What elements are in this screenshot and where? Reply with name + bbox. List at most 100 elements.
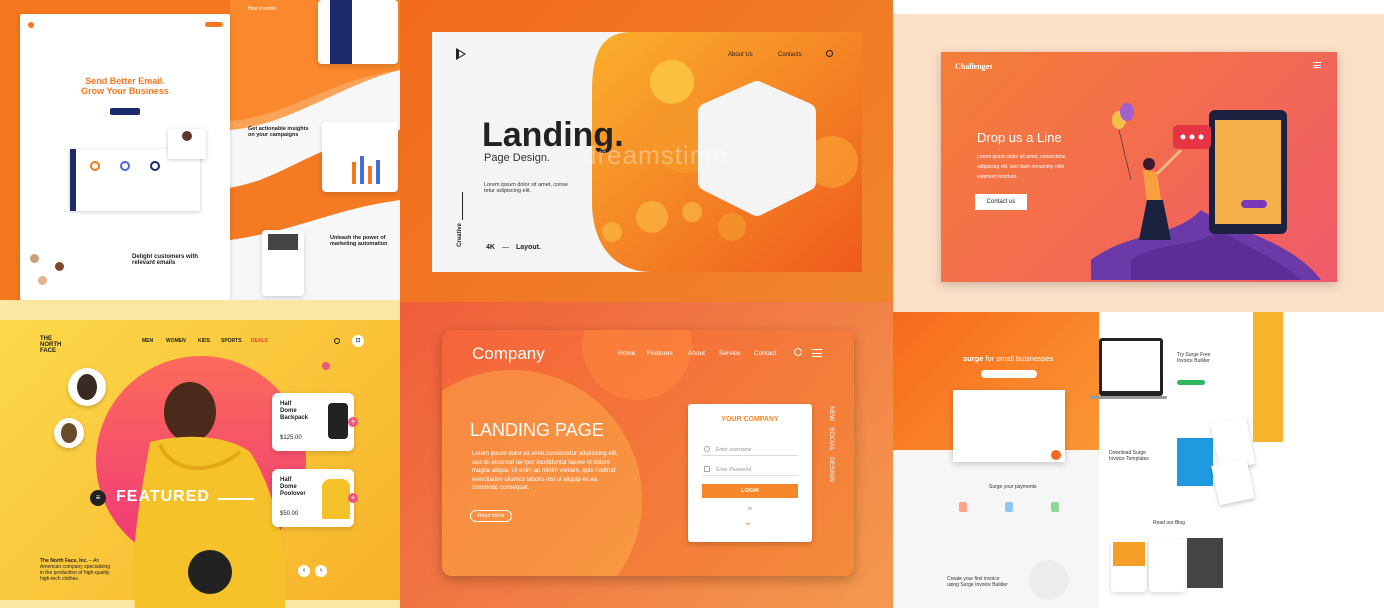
watermark: dreamstime. [582,140,737,170]
login-button[interactable]: LOGIN [702,484,798,498]
challenges-contact-page: Challenges Drop us a Line Lorem ipsum do… [893,14,1384,312]
avatar-cluster [30,254,90,294]
read-more-button[interactable]: Read More [470,510,512,522]
blog-heading: Read our Blog [1153,520,1185,526]
invoice-heading: Create your first invoice using Surge In… [947,576,1008,588]
avatar [182,131,192,141]
company-landing-page: Company Home Features About Service Cont… [400,302,893,608]
blog-post-card[interactable] [1149,540,1185,592]
decoration-dot [322,362,330,370]
dashboard-preview [318,0,398,64]
product-card-poolover[interactable]: Half Dome Poolover $50.00 + [272,469,358,527]
nav-sports[interactable]: SPORTS [221,338,242,344]
password-input[interactable]: Enter Password [702,464,798,476]
try-free-button[interactable] [1177,380,1205,385]
brand-logo-icon [28,22,34,28]
nav-deals[interactable]: DEALS [251,338,268,344]
landing-subtitle: Page Design. [484,152,551,164]
nav-kids[interactable]: KIDS [198,338,210,344]
add-to-cart-icon[interactable]: + [348,417,358,427]
hero-title: Send Better Email. Grow Your Business [81,76,169,96]
signup-button[interactable] [205,22,223,27]
product-name: Half Dome Backpack [280,401,309,421]
username-input[interactable]: Enter username [702,444,798,456]
hero-title: surge for small businesses [963,354,1054,363]
hoodie-image [322,479,350,519]
product-price: $125.00 [280,435,302,441]
nav-features[interactable]: Features [647,350,673,357]
contact-body: Lorem ipsum dolor sit amet, consectetur … [977,154,1066,180]
search-icon[interactable] [794,348,802,356]
landing-title: LANDING PAGE [470,420,604,440]
payment-icon [959,502,967,512]
menu-icon[interactable]: ≡ [90,490,106,506]
woman-with-phone-illustration [1091,103,1321,280]
payment-icon [1051,502,1059,512]
insights-heading: Get actionable insights on your campaign… [248,126,309,138]
chevron-down-icon[interactable]: ⌄ [742,518,754,528]
footer-layout: Layout. [516,244,541,251]
analytics-card [322,122,398,192]
avatar[interactable] [54,418,84,448]
email-landing-mockup: Send Better Email. Grow Your Business De… [0,0,400,300]
cart-icon[interactable]: ⊡ [352,335,364,347]
brand-logo: THE NORTH FACE [40,336,62,354]
nav-about[interactable]: About [688,350,705,357]
laptop-mockup [1099,338,1163,396]
nav-women[interactable]: WOMEN [166,338,186,344]
contact-card: Challenges Drop us a Line Lorem ipsum do… [941,52,1337,282]
landing-body: Lorem ipsum dolor sit amet, conse tetur … [484,182,569,194]
surge-invoice-landing-page: surge for small businesses Try Surge Fre… [893,312,1384,608]
featured-heading: FEATURED [116,488,210,505]
avatar[interactable] [68,368,106,406]
unleash-heading: Unleash the power of marketing automatio… [330,235,388,247]
nav-service[interactable]: Service [719,350,741,357]
or-label: or [747,506,753,512]
blog-post-card[interactable] [1111,540,1147,592]
nav-contact[interactable]: Contact [754,350,776,357]
delight-heading: Delight customers with relevant emails [132,254,199,266]
form-title: YOUR COMPANY [721,416,779,423]
backpack-image [328,403,348,439]
search-icon[interactable] [826,50,833,57]
landing-body: Lorem ipsum dolor sit amet,consectetur a… [472,451,618,491]
footer-dash: — [502,244,509,251]
how-it-works-label: How it works [248,6,277,12]
donut-chart-icon [120,161,130,171]
brand-description: The North Face, Inc. – An American compa… [40,558,111,582]
product-name: Half Dome Poolover [280,477,306,497]
nav-about-link[interactable]: About Us [728,52,753,58]
contact-title: Drop us a Line [977,130,1062,145]
product-card-backpack[interactable]: Half Dome Backpack $125.00 + [272,393,358,451]
brand-logo: Challenges [955,62,993,71]
blog-image [1187,538,1223,588]
landing-card: Company Home Features About Service Cont… [442,330,854,576]
landing-page-design: About Us Contacts Landing. Page Design. … [400,0,893,302]
nav-contacts-link[interactable]: Contacts [778,52,802,58]
prev-arrow-icon[interactable]: ‹ [298,565,310,577]
creative-vertical-label: Creative [456,223,463,247]
north-face-shop-page: THE NORTH FACE MEN WOMEN KIDS SPORTS DEA… [0,300,400,608]
try-free-heading: Try Surge Free Invoice Builder [1177,352,1211,364]
donut-chart-icon [90,161,100,171]
template-card [1177,438,1213,486]
lock-icon [704,466,710,472]
add-to-cart-icon[interactable]: + [348,493,358,503]
nav-men[interactable]: MEN [142,338,153,344]
email-landing-page: Send Better Email. Grow Your Business De… [20,14,230,300]
contact-us-button[interactable]: Contact us [975,194,1027,210]
footer-4k: 4K [486,244,495,251]
payment-icon [1005,502,1013,512]
nav-home[interactable]: Home [618,350,635,357]
landing-card: About Us Contacts Landing. Page Design. … [432,32,862,272]
vertical-slogan: NEW SOCIAL DESIGN [828,406,835,482]
donut-chart-icon [150,161,160,171]
search-icon[interactable] [334,338,340,344]
automation-card [262,230,304,296]
login-form: YOUR COMPANY Enter username Enter Passwo… [688,404,812,542]
product-price: $50.00 [280,511,299,517]
next-arrow-icon[interactable]: › [315,565,327,577]
email-signup-input[interactable] [981,370,1037,378]
hero-cta-button[interactable] [110,108,140,115]
profile-card [168,129,206,159]
